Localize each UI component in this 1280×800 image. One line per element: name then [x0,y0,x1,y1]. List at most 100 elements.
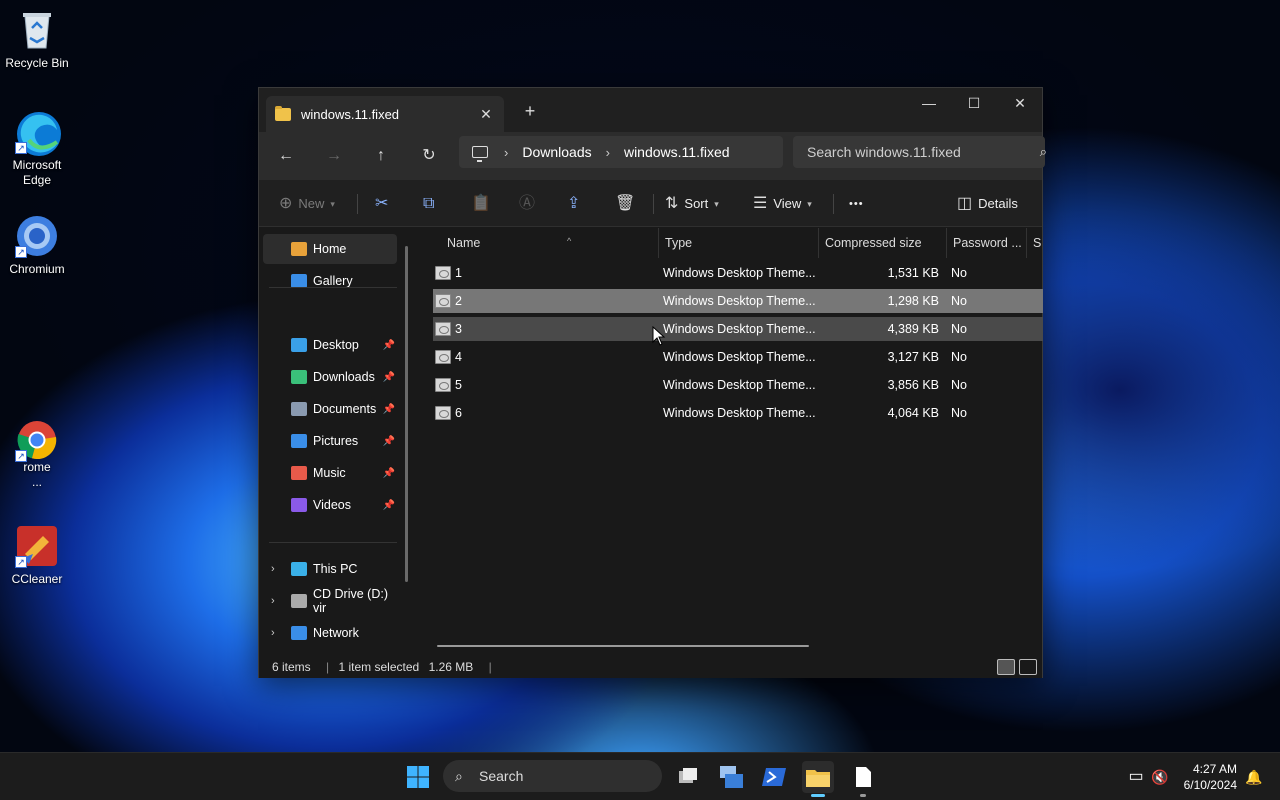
desktop-icon-chrome[interactable]: ↗ rome ... [0,418,74,490]
mouse-cursor [652,326,666,346]
details-view-button[interactable] [997,659,1015,675]
cut-button[interactable]: ✂ [375,192,394,216]
column-header-type[interactable]: Type [659,228,819,258]
sidebar-item-gallery[interactable]: Gallery [263,266,397,296]
tiles-view-button[interactable] [1019,659,1037,675]
view-button[interactable]: ☰ View ▾ [753,192,812,216]
sidebar-item-desktop[interactable]: Desktop 📌 [263,330,397,360]
expand-chevron-icon[interactable]: › [271,563,275,575]
tab-close-button[interactable]: ✕ [472,100,500,128]
theme-file-icon [435,378,451,392]
minimize-button[interactable]: — [906,88,952,118]
horizontal-scrollbar[interactable] [437,645,809,647]
sidebar-item-network[interactable]: › Network [263,618,397,648]
column-header-size[interactable]: Si [1027,228,1042,258]
refresh-button[interactable]: ↻ [413,140,445,172]
sidebar-item-label: Videos [313,498,351,512]
file-name: 3 [455,322,462,336]
address-bar[interactable]: › Downloads › windows.11.fixed [459,136,783,168]
details-pane-button[interactable]: ◫ Details [957,192,1018,216]
file-password: No [951,322,967,336]
new-button[interactable]: ⊕ New ▾ [279,192,335,216]
expand-chevron-icon[interactable]: › [271,595,275,607]
file-password: No [951,294,967,308]
breadcrumb-windows-11-fixed[interactable]: windows.11.fixed [624,144,730,160]
column-header-compressed-size[interactable]: Compressed size [819,228,947,258]
chevron-right-icon: › [504,144,509,160]
sidebar-item-documents[interactable]: Documents 📌 [263,394,397,424]
sidebar-item-label: Downloads [313,370,375,384]
sort-button[interactable]: ⇅ Sort ▾ [665,192,719,216]
taskbar-search[interactable]: ⌕ Search [443,760,662,792]
desktop-icon-chromium[interactable]: ↗ Chromium [0,214,74,277]
desktop-icon-ccleaner[interactable]: ↗ CCleaner [0,524,74,587]
tab-windows-11-fixed[interactable]: windows.11.fixed ✕ [266,96,504,132]
desktop-icon-edge[interactable]: ↗ Microsoft Edge [0,110,74,188]
music-folder-icon [291,466,307,480]
sidebar-item-cd-drive-d-vir[interactable]: › CD Drive (D:) vir [263,586,397,616]
new-tab-button[interactable]: + [516,98,544,126]
maximize-button[interactable]: ☐ [951,88,997,118]
task-view-button[interactable] [672,761,704,793]
file-row[interactable]: 3 Windows Desktop Theme... 4,389 KB No [433,317,1043,341]
task-view-icon [679,768,697,783]
search-icon: ⌕ [455,768,463,784]
item-count: 6 items [272,660,311,674]
file-row[interactable]: 4 Windows Desktop Theme... 3,127 KB No [433,345,1043,369]
column-header-password[interactable]: Password ... [947,228,1027,258]
expand-chevron-icon[interactable]: › [271,627,275,639]
start-button[interactable] [402,761,434,793]
up-button[interactable]: ↑ [365,140,397,172]
file-explorer-icon [806,770,830,787]
sidebar-item-music[interactable]: Music 📌 [263,458,397,488]
desktop-icon-label: Chromium [9,262,65,276]
chrome-icon: ↗ [15,418,59,462]
sidebar-item-home[interactable]: Home [263,234,397,264]
shortcut-arrow-icon: ↗ [15,450,27,462]
desktop-icon-recycle-bin[interactable]: Recycle Bin [0,8,74,71]
taskbar-app-powershell[interactable] [758,761,790,793]
clock[interactable]: 4:27 AM 6/10/2024 [1170,761,1237,793]
taskbar-app-notepad[interactable] [847,761,879,797]
delete-icon: 🗑 [615,195,636,212]
sidebar-divider [269,542,397,543]
back-button[interactable]: ← [270,140,302,172]
file-row[interactable]: 1 Windows Desktop Theme... 1,531 KB No [433,261,1043,285]
copy-button[interactable]: ⧉ [423,192,440,216]
file-row[interactable]: 2 Windows Desktop Theme... 1,298 KB No [433,289,1043,313]
sidebar-item-label: Music [313,466,346,480]
delete-button[interactable]: 🗑 [615,192,641,216]
sidebar-item-downloads[interactable]: Downloads 📌 [263,362,397,392]
breadcrumb-downloads[interactable]: Downloads [522,144,591,160]
rename-button[interactable]: Ⓐ [519,192,541,216]
column-header-name[interactable]: Name ^ [441,228,659,258]
sidebar-item-this-pc[interactable]: › This PC [263,554,397,584]
sidebar-item-videos[interactable]: Videos 📌 [263,490,397,520]
rename-icon: Ⓐ [519,195,536,212]
remote-desktop-icon [720,766,743,788]
close-button[interactable]: ✕ [997,88,1043,118]
search-box[interactable]: Search windows.11.fixed ⌕ [793,136,1047,168]
chevron-right-icon: › [605,144,610,160]
copy-icon: ⧉ [423,195,435,212]
notification-bell-icon[interactable]: 🔔 [1238,761,1270,793]
taskbar-app-remote[interactable] [715,761,747,793]
more-options-button[interactable]: ••• [849,192,864,216]
file-row[interactable]: 6 Windows Desktop Theme... 4,064 KB No [433,401,1043,425]
sidebar-scrollbar[interactable] [405,246,408,582]
tab-title: windows.11.fixed [301,106,400,122]
new-label: New [298,196,325,211]
paste-button[interactable]: 📋 [471,192,497,216]
sidebar-item-pictures[interactable]: Pictures 📌 [263,426,397,456]
taskbar-app-file-explorer[interactable] [802,761,834,797]
file-type: Windows Desktop Theme... [663,322,816,336]
title-bar: windows.11.fixed ✕ + — ☐ ✕ [259,88,1042,132]
navigation-bar: ← → ↑ ↻ › Downloads › windows.11.fixed S… [259,132,1047,180]
theme-file-icon [435,350,451,364]
separator [653,194,654,214]
desktop-icon-label: rome ... [23,460,51,489]
forward-button[interactable]: → [318,140,350,172]
file-row[interactable]: 5 Windows Desktop Theme... 3,856 KB No [433,373,1043,397]
share-button[interactable]: ⇪ [567,192,586,216]
this-pc-icon [472,146,488,162]
